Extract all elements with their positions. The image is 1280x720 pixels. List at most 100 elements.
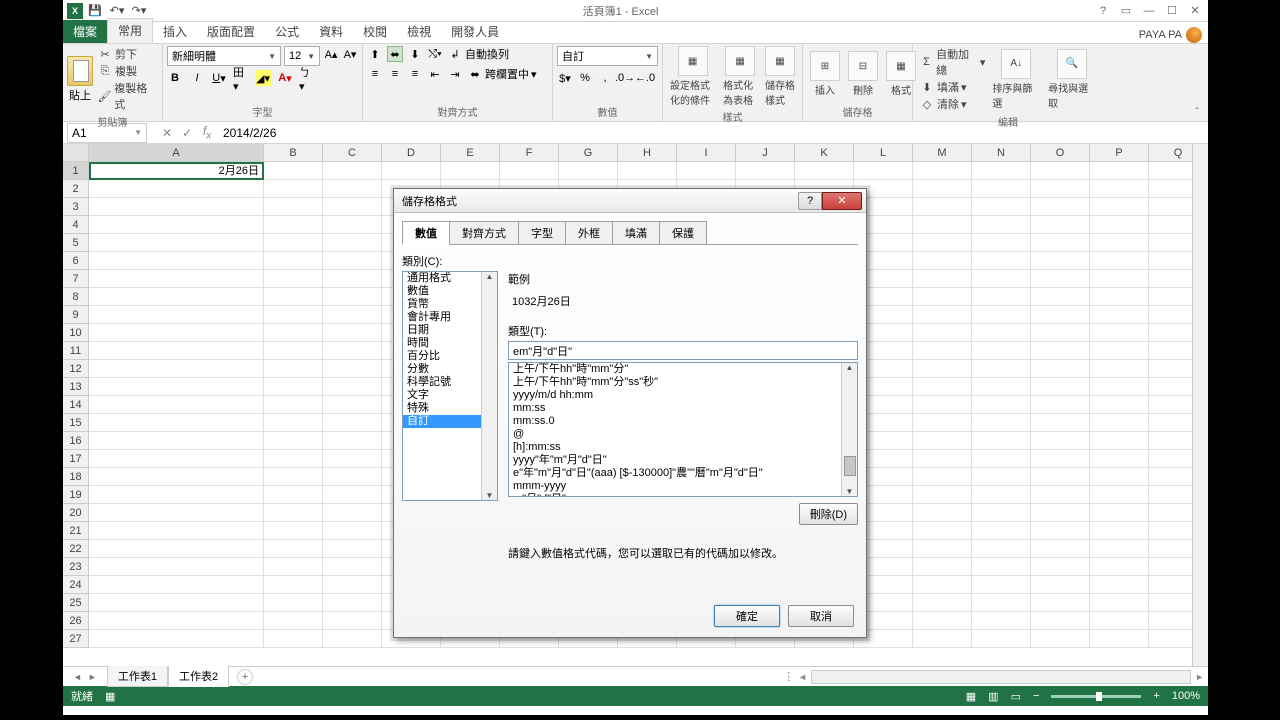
increase-decimal-icon[interactable]: .0→: [617, 70, 633, 86]
dlg-tab-number[interactable]: 數值: [402, 221, 450, 245]
sheet-nav-prev-icon[interactable]: ◄: [73, 672, 82, 682]
increase-font-icon[interactable]: A▴: [323, 46, 339, 62]
view-page-break-icon[interactable]: ▭: [1011, 690, 1021, 703]
conditional-formatting-button[interactable]: ▦設定格式化的條件: [667, 46, 718, 107]
cell-A1[interactable]: 2月26日: [89, 162, 264, 180]
col-header-P[interactable]: P: [1090, 144, 1149, 161]
col-header-A[interactable]: A: [89, 144, 264, 161]
decrease-decimal-icon[interactable]: ←.0: [637, 70, 653, 86]
row-header-19[interactable]: 19: [63, 486, 89, 504]
delete-cells-button[interactable]: ⊟刪除: [845, 51, 881, 97]
row-header-2[interactable]: 2: [63, 180, 89, 198]
format-as-table-button[interactable]: ▦格式化為表格: [720, 46, 760, 107]
type-list[interactable]: 上午/下午hh"時"mm"分"上午/下午hh"時"mm"分"ss"秒"yyyy/…: [508, 362, 858, 497]
vertical-scrollbar[interactable]: [1192, 144, 1208, 666]
align-right-icon[interactable]: ≡: [407, 66, 423, 82]
col-header-J[interactable]: J: [736, 144, 795, 161]
number-format-combo[interactable]: 自訂▼: [557, 46, 658, 66]
comma-icon[interactable]: ,: [597, 70, 613, 86]
user-account[interactable]: PAYA PA: [1139, 27, 1208, 43]
row-header-20[interactable]: 20: [63, 504, 89, 522]
row-header-17[interactable]: 17: [63, 450, 89, 468]
row-header-24[interactable]: 24: [63, 576, 89, 594]
bold-button[interactable]: B: [167, 70, 183, 86]
col-header-I[interactable]: I: [677, 144, 736, 161]
view-page-layout-icon[interactable]: ▥: [988, 690, 998, 703]
font-name-combo[interactable]: 新細明體▼: [167, 46, 281, 66]
zoom-level[interactable]: 100%: [1172, 690, 1200, 702]
orientation-icon[interactable]: ⤭▾: [427, 46, 443, 62]
qat-undo-icon[interactable]: ↶▾: [107, 2, 127, 20]
zoom-slider[interactable]: [1051, 695, 1141, 698]
row-header-7[interactable]: 7: [63, 270, 89, 288]
col-header-L[interactable]: L: [854, 144, 913, 161]
col-header-D[interactable]: D: [382, 144, 441, 161]
row-header-25[interactable]: 25: [63, 594, 89, 612]
tab-data[interactable]: 資料: [309, 20, 353, 43]
wrap-text-button[interactable]: ↲自動換列: [447, 46, 509, 62]
col-header-N[interactable]: N: [972, 144, 1031, 161]
clear-button[interactable]: ◇清除▾: [917, 96, 987, 112]
decrease-font-icon[interactable]: A▾: [342, 46, 358, 62]
type-item[interactable]: @: [509, 428, 857, 441]
col-header-E[interactable]: E: [441, 144, 500, 161]
italic-button[interactable]: I: [189, 70, 205, 86]
fx-icon[interactable]: fx: [197, 124, 217, 141]
view-normal-icon[interactable]: ▦: [966, 690, 976, 703]
dlg-tab-protection[interactable]: 保護: [659, 221, 707, 245]
type-list-scroll-thumb[interactable]: [844, 456, 856, 476]
sort-filter-button[interactable]: A↓排序與篩選: [989, 49, 1043, 110]
tab-view[interactable]: 檢視: [397, 20, 441, 43]
row-header-13[interactable]: 13: [63, 378, 89, 396]
type-input[interactable]: [508, 341, 858, 360]
row-header-21[interactable]: 21: [63, 522, 89, 540]
row-header-23[interactable]: 23: [63, 558, 89, 576]
sheet-nav-next-icon[interactable]: ►: [88, 672, 97, 682]
maximize-icon[interactable]: ☐: [1161, 2, 1183, 20]
font-color-button[interactable]: A▾: [277, 70, 293, 86]
minimize-icon[interactable]: —: [1138, 2, 1160, 20]
col-header-K[interactable]: K: [795, 144, 854, 161]
col-header-F[interactable]: F: [500, 144, 559, 161]
format-painter-button[interactable]: 🖌複製格式: [95, 80, 158, 112]
type-item[interactable]: [h]:mm:ss: [509, 441, 857, 454]
type-item[interactable]: yyyy/m/d hh:mm: [509, 389, 857, 402]
row-header-16[interactable]: 16: [63, 432, 89, 450]
cancel-button[interactable]: 取消: [788, 605, 854, 627]
tab-review[interactable]: 校閱: [353, 20, 397, 43]
row-header-3[interactable]: 3: [63, 198, 89, 216]
dialog-close-button[interactable]: ✕: [822, 192, 862, 210]
row-header-1[interactable]: 1: [63, 162, 89, 180]
delete-button[interactable]: 刪除(D): [799, 503, 858, 525]
align-middle-icon[interactable]: ⬌: [387, 46, 403, 62]
row-header-5[interactable]: 5: [63, 234, 89, 252]
cell-styles-button[interactable]: ▦儲存格樣式: [762, 46, 798, 107]
autosum-button[interactable]: Σ自動加總▾: [917, 46, 987, 78]
col-header-H[interactable]: H: [618, 144, 677, 161]
type-item[interactable]: m"月"d"日": [509, 493, 857, 497]
row-header-27[interactable]: 27: [63, 630, 89, 648]
col-header-G[interactable]: G: [559, 144, 618, 161]
row-header-18[interactable]: 18: [63, 468, 89, 486]
close-icon[interactable]: ✕: [1184, 2, 1206, 20]
zoom-out-icon[interactable]: −: [1033, 690, 1039, 702]
hscroll-left-icon[interactable]: ◄: [798, 672, 807, 682]
row-header-22[interactable]: 22: [63, 540, 89, 558]
type-item[interactable]: 上午/下午hh"時"mm"分"ss"秒": [509, 376, 857, 389]
zoom-in-icon[interactable]: +: [1153, 690, 1159, 702]
col-header-M[interactable]: M: [913, 144, 972, 161]
underline-button[interactable]: U▾: [211, 70, 227, 86]
dialog-help-button[interactable]: ?: [798, 192, 822, 210]
row-header-15[interactable]: 15: [63, 414, 89, 432]
row-header-11[interactable]: 11: [63, 342, 89, 360]
row-header-4[interactable]: 4: [63, 216, 89, 234]
fill-button[interactable]: ⬇填滿▾: [917, 79, 987, 95]
ok-button[interactable]: 確定: [714, 605, 780, 627]
qat-save-icon[interactable]: 💾: [85, 2, 105, 20]
row-header-10[interactable]: 10: [63, 324, 89, 342]
align-left-icon[interactable]: ≡: [367, 66, 383, 82]
merge-center-button[interactable]: ⬌跨欄置中▾: [467, 66, 537, 82]
dlg-tab-font[interactable]: 字型: [518, 221, 566, 245]
col-header-C[interactable]: C: [323, 144, 382, 161]
type-item[interactable]: mmm-yyyy: [509, 480, 857, 493]
